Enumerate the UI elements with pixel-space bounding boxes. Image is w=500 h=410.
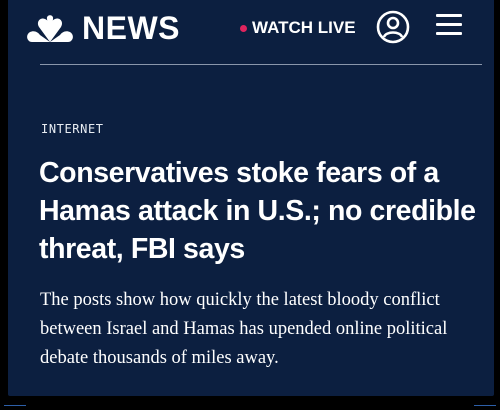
article-headline: Conservatives stoke fears of a Hamas att…: [39, 157, 476, 265]
menu-line: [436, 14, 462, 17]
menu-line: [436, 32, 462, 35]
menu-line: [436, 23, 462, 26]
article-page: NEWS WATCH LIVE INTERNET Conservatives s…: [8, 0, 494, 396]
nbc-news-logo[interactable]: NEWS: [26, 10, 180, 46]
article-dek: The posts show how quickly the latest bl…: [40, 290, 448, 368]
account-icon[interactable]: [376, 10, 410, 44]
brand-wordmark: NEWS: [82, 9, 180, 46]
watch-live-button[interactable]: WATCH LIVE: [240, 16, 356, 40]
hamburger-menu-icon[interactable]: [436, 14, 462, 38]
watch-live-label: WATCH LIVE: [252, 18, 356, 37]
header-divider: [40, 64, 482, 65]
nbc-peacock-icon: [27, 15, 73, 42]
section-label[interactable]: INTERNET: [41, 122, 104, 136]
live-dot-icon: [240, 24, 247, 32]
frame-corner-right: [474, 405, 496, 406]
site-header: NEWS WATCH LIVE: [8, 0, 494, 64]
frame-corner-left: [4, 405, 26, 406]
